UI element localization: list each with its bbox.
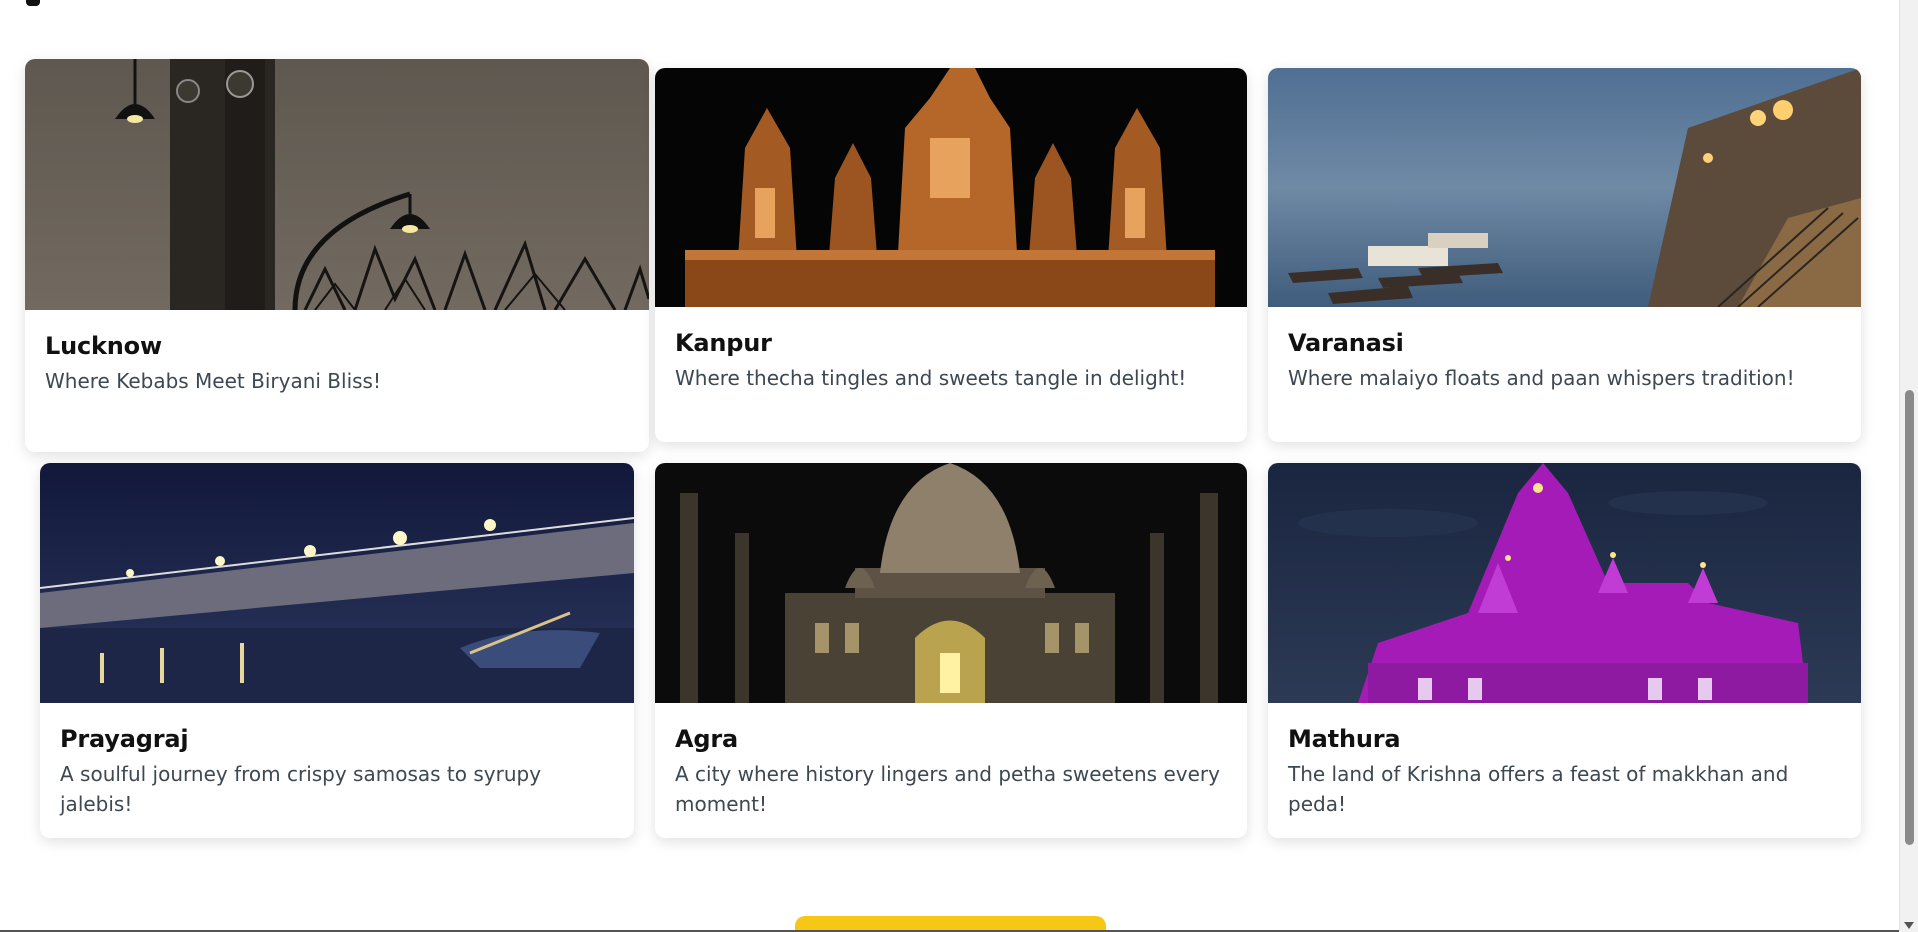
city-image-varanasi [1268, 68, 1861, 307]
city-title: Prayagraj [60, 725, 189, 753]
page: Lucknow Where Kebabs Meet Biryani Bliss! [0, 0, 1900, 932]
city-title: Varanasi [1288, 329, 1404, 357]
city-card-kanpur[interactable]: Kanpur Where thecha tingles and sweets t… [655, 68, 1247, 442]
city-description: Where malaiyo floats and paan whispers t… [1288, 366, 1795, 390]
scrollbar-thumb[interactable] [1905, 390, 1914, 845]
city-description: A soulful journey from crispy samosas to… [60, 762, 542, 816]
section-heading-fragment [26, 0, 40, 6]
city-card-varanasi[interactable]: Varanasi Where malaiyo floats and paan w… [1268, 68, 1861, 442]
city-image-mathura [1268, 463, 1861, 703]
city-image-agra [655, 463, 1247, 703]
city-description: Where Kebabs Meet Biryani Bliss! [45, 369, 381, 393]
city-description: The land of Krishna offers a feast of ma… [1288, 762, 1789, 816]
city-card-mathura[interactable]: Mathura The land of Krishna offers a fea… [1268, 463, 1861, 838]
city-card-agra[interactable]: Agra A city where history lingers and pe… [655, 463, 1247, 838]
city-title: Kanpur [675, 329, 772, 357]
city-title: Agra [675, 725, 738, 753]
city-description: A city where history lingers and petha s… [675, 762, 1220, 816]
city-title: Lucknow [45, 332, 162, 360]
city-image-lucknow [25, 59, 649, 310]
city-image-prayagraj [40, 463, 634, 703]
chevron-down-icon[interactable] [1904, 922, 1914, 929]
city-card-prayagraj[interactable]: Prayagraj A soulful journey from crispy … [40, 463, 634, 838]
city-description: Where thecha tingles and sweets tangle i… [675, 366, 1187, 390]
city-card-lucknow[interactable]: Lucknow Where Kebabs Meet Biryani Bliss! [25, 59, 649, 452]
city-image-kanpur [655, 68, 1247, 307]
vertical-scrollbar[interactable] [1899, 0, 1918, 932]
city-title: Mathura [1288, 725, 1401, 753]
